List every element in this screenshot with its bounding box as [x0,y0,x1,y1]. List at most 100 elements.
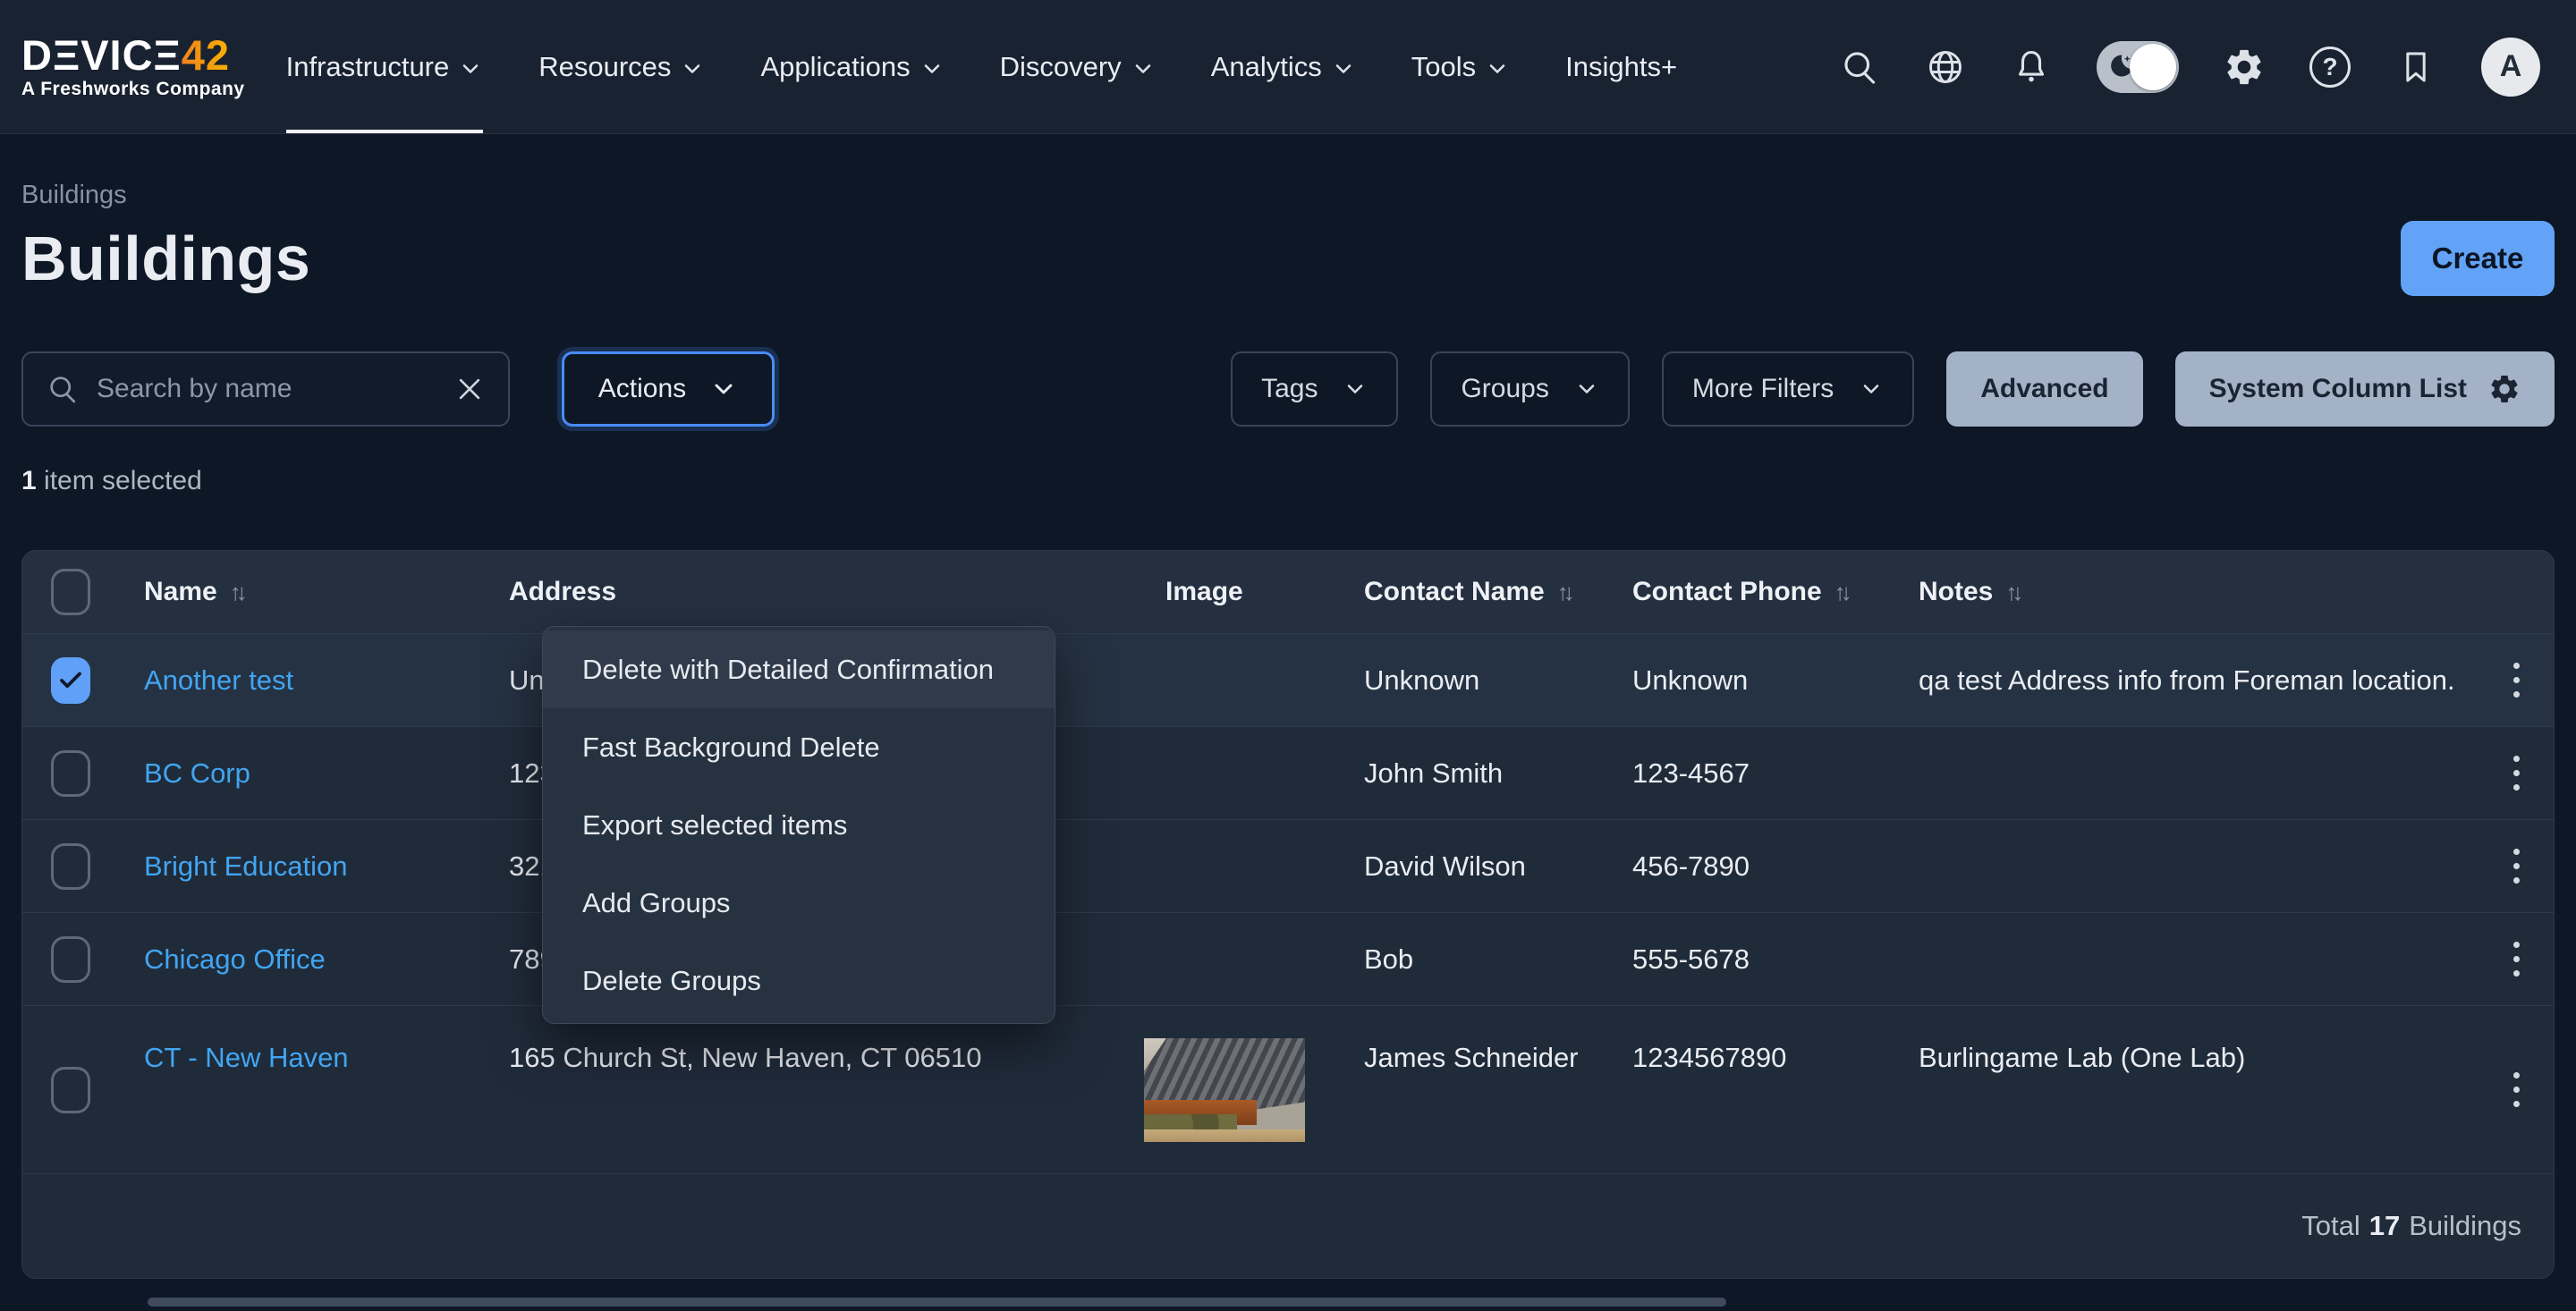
menu-item-fast-background-delete[interactable]: Fast Background Delete [543,708,1055,786]
menu-item-delete-groups[interactable]: Delete Groups [543,942,1055,1019]
chevron-down-icon [919,56,945,81]
tags-filter-button[interactable]: Tags [1231,351,1398,427]
nav-item-insights-[interactable]: Insights+ [1565,0,1677,133]
column-header-contact_phone: Contact Phone↑↓ [1611,577,1897,607]
row-menu-kebab-icon[interactable] [2504,747,2529,799]
row-checkbox[interactable] [51,657,90,704]
nav-item-tools[interactable]: Tools [1411,0,1510,133]
horizontal-scrollbar[interactable] [148,1298,1726,1307]
chevron-down-icon [1485,56,1510,81]
row-checkbox[interactable] [51,1067,90,1113]
page-title: Buildings [21,223,310,294]
row-menu-kebab-icon[interactable] [2504,933,2529,985]
cell-name: BC Corp [123,757,487,790]
menu-item-export-selected-items[interactable]: Export selected items [543,786,1055,864]
groups-filter-button[interactable]: Groups [1430,351,1629,427]
cell-contact-name: David Wilson [1343,850,1611,883]
column-header-name: Name↑↓ [123,577,487,607]
table-header-row: Name↑↓AddressImageContact Name↑↓Contact … [22,551,2554,633]
cell-contact-phone: Unknown [1611,664,1897,697]
chevron-down-icon [1574,376,1599,402]
table-row: BC Corp123 NJohn Smith123-4567 [22,726,2554,819]
system-column-list-button[interactable]: System Column List [2175,351,2555,427]
cell-notes: qa test Address info from Foreman locati… [1897,664,2477,697]
column-header-image: Image [1144,577,1343,607]
menu-item-delete-with-detailed-confirmation[interactable]: Delete with Detailed Confirmation [543,630,1055,708]
select-all-checkbox[interactable] [51,569,90,615]
create-button[interactable]: Create [2401,221,2555,296]
navbar-right: ? A [1839,38,2540,97]
chevron-down-icon [680,56,705,81]
cell-name: Chicago Office [123,943,487,976]
chevron-down-icon [709,375,738,403]
gear-icon [2488,373,2521,405]
advanced-button[interactable]: Advanced [1946,351,2142,427]
nav-item-discovery[interactable]: Discovery [1000,0,1156,133]
nav-item-analytics[interactable]: Analytics [1211,0,1356,133]
more-filters-filter-button[interactable]: More Filters [1662,351,1914,427]
table-row: Bright Education321 Learning Blvd, Colle… [22,819,2554,912]
top-navbar: DΞVICΞ42 A Freshworks Company Infrastruc… [0,0,2576,134]
globe-icon[interactable] [1925,47,1966,88]
row-checkbox[interactable] [51,750,90,797]
nav-item-resources[interactable]: Resources [538,0,705,133]
building-name-link[interactable]: BC Corp [144,757,250,789]
toggle-knob [2130,44,2176,90]
actions-dropdown-menu: Delete with Detailed ConfirmationFast Ba… [542,626,1055,1024]
cell-contact-name: Bob [1343,943,1611,976]
cell-name: CT - New Haven [123,1006,487,1074]
building-name-link[interactable]: Chicago Office [144,943,326,975]
brand-tagline: A Freshworks Company [21,79,245,100]
table-row: Another testUnknownUnknownUnknownqa test… [22,633,2554,726]
menu-item-add-groups[interactable]: Add Groups [543,864,1055,942]
check-icon [57,667,84,694]
table-row: Chicago Office789 Oak StBob555-5678 [22,912,2554,1005]
chevron-down-icon [1331,56,1356,81]
chevron-down-icon [1859,376,1884,402]
clear-search-icon[interactable] [454,374,485,404]
actions-button[interactable]: Actions [562,351,775,427]
cell-notes: Burlingame Lab (One Lab) [1897,1006,2477,1074]
bookmark-icon[interactable] [2395,47,2436,88]
cell-image [1144,1006,1343,1173]
user-avatar[interactable]: A [2481,38,2540,97]
selection-status: 1 item selected [21,466,2555,498]
row-menu-kebab-icon[interactable] [2504,1063,2529,1116]
chevron-down-icon [458,56,483,81]
cell-contact-phone: 123-4567 [1611,757,1897,790]
breadcrumb[interactable]: Buildings [21,181,2555,210]
table-row: CT - New Haven165 Church St, New Haven, … [22,1005,2554,1173]
row-checkbox[interactable] [51,936,90,983]
building-name-link[interactable]: Another test [144,664,293,696]
cell-contact-phone: 456-7890 [1611,850,1897,883]
toolbar: Actions Tags Groups More Filters Advanced … [21,351,2555,427]
brand-logo[interactable]: DΞVICΞ42 A Freshworks Company [21,33,245,100]
row-menu-kebab-icon[interactable] [2504,840,2529,892]
column-header-address: Address [487,577,1144,607]
cell-name: Bright Education [123,850,487,883]
nav-item-applications[interactable]: Applications [760,0,944,133]
sort-icon[interactable]: ↑↓ [1557,579,1575,606]
table-footer: Total17Buildings [22,1173,2554,1278]
dark-mode-toggle[interactable] [2097,41,2179,93]
row-checkbox[interactable] [51,843,90,890]
filters-group: Tags Groups More Filters Advanced System C… [1231,351,2555,427]
column-header-notes: Notes↑↓ [1897,577,2477,607]
sort-icon[interactable]: ↑↓ [2005,579,2023,606]
nav-item-infrastructure[interactable]: Infrastructure [286,0,484,133]
notifications-bell-icon[interactable] [2011,47,2052,88]
sort-icon[interactable]: ↑↓ [1835,579,1852,606]
select-all-checkbox-cell [22,569,123,615]
cell-contact-name: James Schneider [1343,1006,1611,1074]
building-name-link[interactable]: Bright Education [144,850,347,882]
building-name-link[interactable]: CT - New Haven [144,1042,349,1073]
row-menu-kebab-icon[interactable] [2504,654,2529,706]
settings-gear-icon[interactable] [2224,47,2265,88]
sort-icon[interactable]: ↑↓ [230,579,248,606]
search-box [21,351,510,427]
help-icon[interactable]: ? [2309,47,2351,88]
search-icon[interactable] [1839,47,1880,88]
search-input-icon [47,373,79,405]
search-input[interactable] [97,374,436,404]
building-photo-thumbnail[interactable] [1144,1038,1305,1142]
